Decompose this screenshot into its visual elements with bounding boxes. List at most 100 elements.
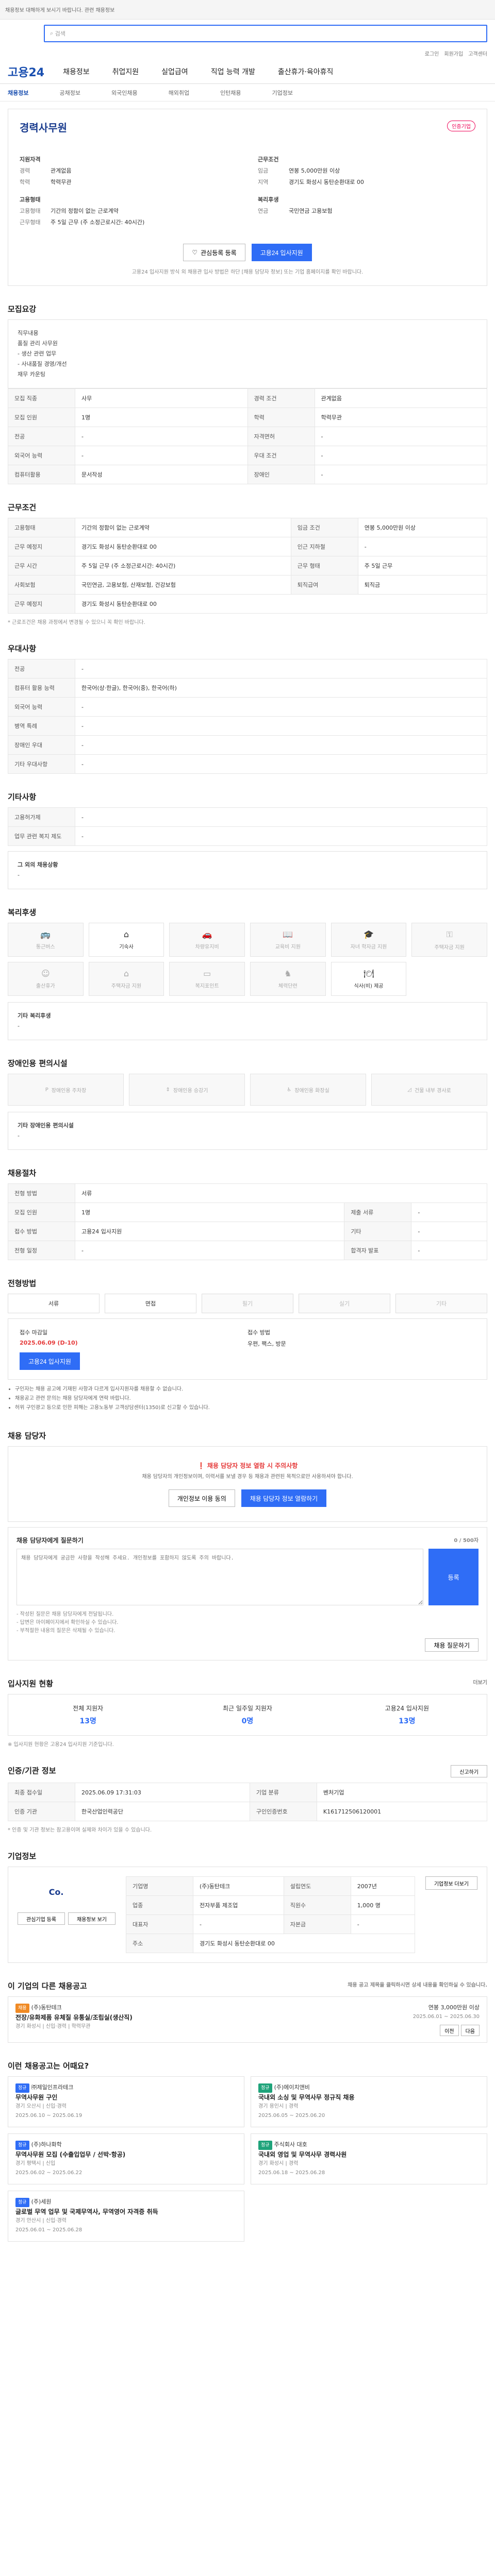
- nav-item-training[interactable]: 직업 능력 개발: [211, 66, 255, 77]
- table-row: 고용형태 기간의 정함이 없는 근로계약 임금 조건 연봉 5,000만원 이상: [8, 518, 488, 537]
- subnav-item-public[interactable]: 공채정보: [59, 89, 80, 97]
- view-manager-button[interactable]: 채용 담당자 정보 열람하기: [241, 1489, 327, 1507]
- site-logo[interactable]: 고용24: [8, 63, 44, 80]
- company-box: Co. 관심기업 등록 채용정보 보기 기업명 (주)동탄테크 설립연도 2007년 …: [8, 1867, 487, 1963]
- save-job-label: 관심등록 등록: [201, 249, 237, 257]
- bus-icon: 🚌: [40, 929, 51, 939]
- nav-item-support[interactable]: 취업지원: [112, 66, 139, 77]
- etc-extra-value: -: [18, 872, 20, 878]
- conditions-title: 근무조건: [8, 503, 37, 512]
- period-value: 2025.06.09 (D-10): [20, 1340, 78, 1346]
- privacy-agree-button[interactable]: 개인정보 이용 동의: [168, 1489, 235, 1507]
- similar-card[interactable]: 정규 ㈜제일인프라테크 무역사무원 구인 경기 오산시 | 신입·경력 2025.…: [8, 2076, 244, 2127]
- qa-title: 채용 담당자에게 질문하기: [16, 1537, 84, 1544]
- job-title-link[interactable]: 국내외 영업 및 무역사무 경력사원: [258, 2150, 480, 2159]
- conditions-footnote: * 근로조건은 채용 과정에서 변경될 수 있으니 꼭 확인 바랍니다.: [8, 620, 145, 625]
- job-date: 2025.06.05 ~ 2025.06.20: [258, 2113, 325, 2119]
- job-tag: 정규: [15, 2141, 29, 2150]
- table-key: 기업명: [125, 1876, 193, 1896]
- pay-value: 연봉 5,000만원 이상: [289, 167, 340, 174]
- qa-note: - 답변은 마이페이지에서 확인하실 수 있습니다.: [16, 1620, 119, 1625]
- qa-more-button[interactable]: 채용 질문하기: [425, 1638, 478, 1652]
- table-value: -: [350, 1914, 415, 1934]
- job-title-link[interactable]: 전장/유화제품 유체질 유통실/조립실(생산직): [15, 2013, 133, 2022]
- book-icon: 📖: [283, 929, 293, 939]
- subnav-item-jobs[interactable]: 채용정보: [8, 89, 28, 97]
- subnav-item-intern[interactable]: 인턴채용: [220, 89, 241, 97]
- table-value: -: [75, 427, 248, 446]
- welfare-item: ⌂ 주택자금 지원: [88, 962, 164, 996]
- next-button[interactable]: 다음: [460, 2025, 480, 2036]
- similar-card[interactable]: 정규 주식회사 대호 국내외 영업 및 무역사무 경력사원 경기 화성시 | 경력…: [251, 2133, 487, 2184]
- stats-more-link[interactable]: 더보기: [473, 1678, 487, 1689]
- job-date: 2025.06.01 ~ 2025.06.28: [15, 2227, 82, 2233]
- home-icon: ⌂: [123, 969, 129, 978]
- util-login-link[interactable]: 로그인: [425, 49, 439, 57]
- company-jobs-button[interactable]: 채용정보 보기: [68, 1912, 116, 1925]
- similar-card[interactable]: 정규 (주)하나화학 무역사무원 모집 (수출입업무 / 선박·항공) 경기 평택…: [8, 2133, 244, 2184]
- stat-label: 최근 일주일 지원자: [223, 1705, 272, 1712]
- job-tag: 정규: [258, 2083, 272, 2093]
- table-value: -: [75, 807, 487, 827]
- job-title-link[interactable]: 글로벌 무역 업무 및 국제무역사, 무역영어 자격증 취득: [15, 2207, 237, 2216]
- welfare-label: 식사(비) 제공: [354, 984, 384, 989]
- cond-label: 근무조건: [258, 156, 279, 163]
- util-signup-link[interactable]: 회원가입: [444, 49, 463, 57]
- table-value: 1명: [74, 1202, 345, 1222]
- manager-warn: 채용 담당자 정보 열람 시 주의사항: [207, 1462, 298, 1469]
- job-title-link[interactable]: 국내외 소싱 및 무역사무 정규직 채용: [258, 2093, 480, 2102]
- subnav-item-company[interactable]: 기업정보: [272, 89, 293, 97]
- qa-input[interactable]: [16, 1549, 424, 1605]
- table-key: 퇴직급여: [290, 575, 358, 595]
- table-key: 모집 인원: [8, 1202, 75, 1222]
- disability-etc-label: 기타 장애인용 편의시설: [18, 1122, 74, 1129]
- search-input[interactable]: ⌕ 검색: [44, 25, 487, 42]
- table-value: K161712506120001: [316, 1802, 488, 1821]
- welfare-title: 복리후생: [8, 908, 37, 917]
- table-row: 대표자 - 자본금 -: [125, 1914, 415, 1934]
- job-date: 2025.06.02 ~ 2025.06.22: [15, 2170, 82, 2176]
- table-key: 학력: [247, 408, 315, 427]
- method-item: 기타: [395, 1294, 487, 1313]
- prev-button[interactable]: 이전: [440, 2025, 459, 2036]
- other-jobs-title: 이 기업의 다른 채용공고: [8, 1981, 87, 1991]
- info-title: 인증/기관 정보: [8, 1766, 56, 1775]
- report-button[interactable]: 신고하기: [451, 1765, 487, 1777]
- save-job-button[interactable]: ♡ 관심등록 등록: [183, 244, 245, 261]
- table-value: -: [314, 446, 487, 465]
- apply-button[interactable]: 고용24 입사지원: [251, 244, 312, 261]
- table-key: 전형 일정: [8, 1241, 75, 1260]
- nav-item-jobs[interactable]: 채용정보: [63, 66, 90, 77]
- apply-methods: 서류 면접 필기 실기 기타: [8, 1294, 487, 1313]
- table-key: 기타 우대사항: [8, 754, 75, 774]
- job-title-link[interactable]: 무역사무원 모집 (수출입업무 / 선박·항공): [15, 2150, 237, 2159]
- subnav-item-overseas[interactable]: 해외취업: [169, 89, 189, 97]
- subnav-item-foreign[interactable]: 외국인채용: [111, 89, 138, 97]
- disability-item: ◿ 건물 내부 경사로: [371, 1074, 487, 1106]
- similar-card[interactable]: 정규 (주)에이치앤비 국내외 소싱 및 무역사무 정규직 채용 경기 용인시 |…: [251, 2076, 487, 2127]
- util-help-link[interactable]: 고객센터: [468, 49, 487, 57]
- similar-card[interactable]: 정규 (주)세원 글로벌 무역 업무 및 국제무역사, 무역영어 자격증 취득 경…: [8, 2191, 244, 2242]
- job-meta: 경기 안산시 | 신입·경력: [15, 2218, 67, 2224]
- hours-key: 근무형태: [20, 219, 41, 226]
- welfare-item: 🎓 자녀 학자금 지원: [331, 923, 407, 957]
- company-info-button[interactable]: 기업정보 더보기: [425, 1876, 477, 1890]
- fav-company-button[interactable]: 관심기업 등록: [18, 1912, 65, 1925]
- table-value: 경기도 화성시 동탄순환대로 00: [192, 1934, 415, 1953]
- nav-item-leave[interactable]: 출산휴가·육아휴직: [278, 66, 334, 77]
- nav-item-benefits[interactable]: 실업급여: [161, 66, 188, 77]
- table-key: 합격자 발표: [344, 1241, 412, 1260]
- welfare-item: 🍽 식사(비) 제공: [331, 962, 407, 996]
- alert-icon: ❗: [197, 1462, 207, 1469]
- summary-intro-line: 품질 관리 사무원: [18, 340, 58, 347]
- list-item: 채용공고 관련 문의는 채용 담당자에게 연락 바랍니다.: [15, 1394, 487, 1403]
- parking-icon: P: [45, 1087, 48, 1093]
- job-title-link[interactable]: 무역사무원 구인: [15, 2093, 237, 2102]
- table-key: 자격면허: [247, 427, 315, 446]
- table-value: -: [75, 716, 487, 736]
- qa-submit-button[interactable]: 등록: [428, 1549, 478, 1605]
- apply-button-secondary[interactable]: 고용24 입사지원: [20, 1352, 80, 1370]
- stat-value: 13명: [399, 1717, 416, 1725]
- other-job-card[interactable]: 채용 (주)동탄테크 전장/유화제품 유체질 유통실/조립실(생산직) 경기 화성…: [8, 1996, 487, 2043]
- job-date: 2025.06.10 ~ 2025.06.19: [15, 2113, 82, 2119]
